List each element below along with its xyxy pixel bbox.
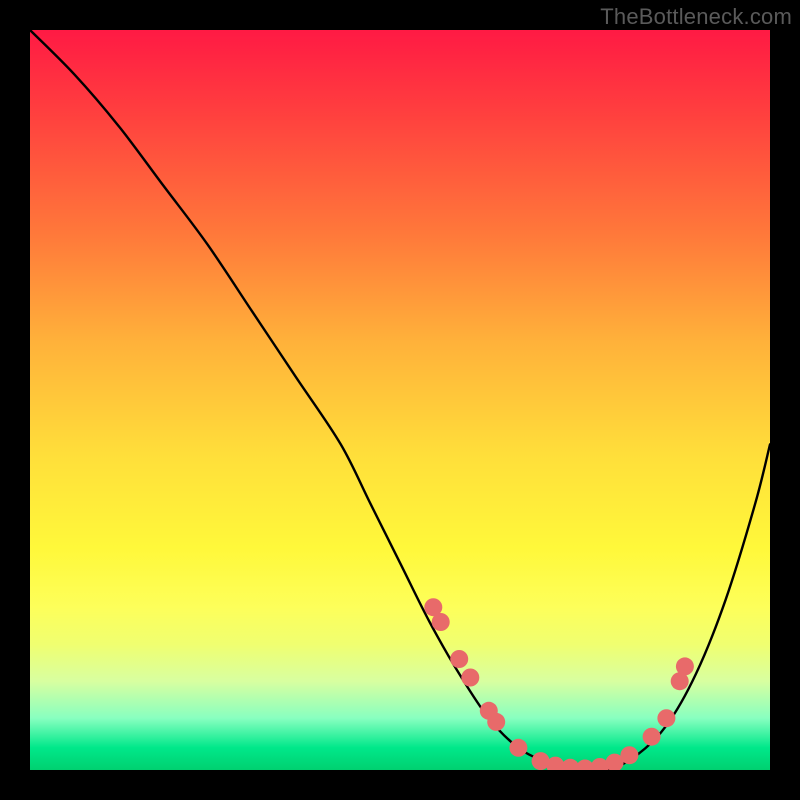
chart-svg — [30, 30, 770, 770]
watermark-text: TheBottleneck.com — [600, 4, 792, 30]
marker-dot — [432, 613, 450, 631]
marker-dot — [487, 713, 505, 731]
marker-dot — [657, 709, 675, 727]
highlight-points — [424, 598, 694, 770]
marker-dot — [509, 739, 527, 757]
marker-dot — [450, 650, 468, 668]
marker-dot — [461, 669, 479, 687]
marker-dot — [676, 657, 694, 675]
marker-dot — [643, 728, 661, 746]
bottleneck-curve — [30, 30, 770, 770]
marker-dot — [620, 746, 638, 764]
plot-area — [30, 30, 770, 770]
